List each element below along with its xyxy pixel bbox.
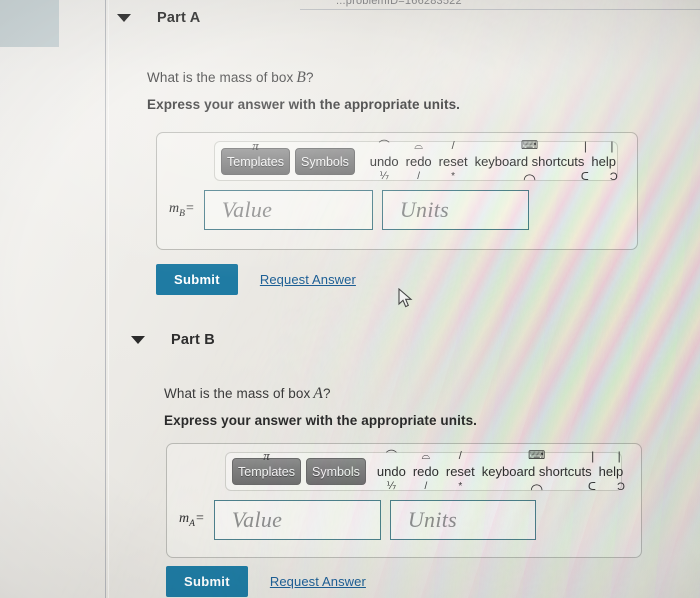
caret-down-icon[interactable] (117, 14, 131, 22)
value-placeholder-a: Value (221, 197, 273, 222)
url-strip-rule (300, 9, 700, 10)
templates-button-a[interactable]: π Templates (221, 138, 290, 175)
part-header-b[interactable]: Part B (131, 332, 215, 348)
answer-variable-a: m (169, 201, 180, 217)
reset-sub-icon-a: * (451, 170, 456, 182)
redo-arrow-icon-a: ⌓ (414, 139, 424, 152)
keyboard-icon-b: ⌨ (528, 448, 546, 462)
redo-sub-icon-a: / (417, 170, 421, 182)
symbols-button-a[interactable]: Symbols (294, 147, 355, 175)
keyboard-shortcuts-link-b[interactable]: ⌨ keyboard shortcuts ◠ (481, 449, 593, 497)
part-title-b: Part B (171, 332, 215, 348)
reset-icon-b: / (458, 450, 462, 462)
help-top-icon-b: | | (591, 449, 631, 463)
question-body-b: What is the mass of box (164, 386, 311, 401)
answer-variable-label-b: mA= (179, 511, 204, 529)
reset-icon-a: / (451, 139, 455, 152)
instruction-a: Express your answer with the appropriate… (147, 97, 461, 112)
answer-equals-a: = (185, 201, 194, 217)
templates-button-b[interactable]: π Templates (232, 448, 301, 485)
part-header-a[interactable]: Part A (117, 10, 200, 26)
redo-arrow-icon-b: ⌓ (421, 450, 431, 462)
units-input-b[interactable]: Units (389, 500, 536, 540)
math-toolbar-a: π Templates Symbols ⌒ undo ⅐ ⌓ redo / / … (214, 138, 618, 187)
content-divider-line (105, 0, 106, 598)
url-text: ...problemID=166283522 (336, 0, 462, 7)
help-sub-icon-b: ᑕ Ɔ (587, 481, 634, 493)
submit-row-b: Submit Request Answer (166, 566, 366, 597)
redo-link-b[interactable]: ⌓ redo / (412, 451, 440, 493)
request-answer-link-a[interactable]: Request Answer (260, 272, 356, 287)
keyboard-icon-a: ⌨ (520, 137, 539, 152)
help-link-a[interactable]: | | help ᑕ Ɔ (581, 140, 618, 183)
help-label-a: help (591, 153, 616, 169)
keyboard-shortcuts-link-a[interactable]: ⌨ keyboard shortcuts ◠ (474, 139, 586, 187)
answer-variable-label-a: mB= (169, 201, 194, 219)
instruction-b: Express your answer with the appropriate… (164, 413, 478, 428)
request-answer-link-b[interactable]: Request Answer (270, 574, 366, 589)
keyboard-sub-icon-a: ◠ (522, 170, 537, 188)
undo-link-b[interactable]: ⌒ undo ⅐ (376, 451, 407, 493)
question-suffix-b: ? (322, 386, 331, 401)
caret-down-icon[interactable] (131, 336, 145, 344)
help-link-b[interactable]: | | help ᑕ Ɔ (588, 450, 625, 493)
help-sub-icon-a: ᑕ Ɔ (580, 170, 627, 183)
question-variable-b: A (313, 385, 323, 402)
reset-link-a[interactable]: / reset * (438, 140, 469, 182)
submit-button-a[interactable]: Submit (156, 264, 238, 295)
question-suffix-a: ? (305, 70, 314, 85)
answer-box-a: π Templates Symbols ⌒ undo ⅐ ⌓ redo / / … (156, 132, 638, 250)
answer-input-row-b: mA= Value Units (179, 500, 536, 540)
symbols-button-b[interactable]: Symbols (305, 458, 366, 485)
templates-button-label-a: Templates (227, 154, 284, 169)
units-placeholder-b: Units (407, 507, 458, 532)
answer-equals-b: = (195, 511, 204, 527)
answer-box-b: π Templates Symbols ⌒ undo ⅐ ⌓ redo / / … (166, 443, 642, 558)
part-title-a: Part A (157, 10, 201, 26)
help-top-icon-a: | | (583, 138, 624, 153)
reset-label-b: reset (445, 464, 475, 479)
math-toolbar-b: π Templates Symbols ⌒ undo ⅐ ⌓ redo / / … (225, 448, 625, 497)
question-body-a: What is the mass of box (147, 70, 294, 85)
question-variable-a: B (296, 69, 306, 86)
undo-sub-icon-b: ⅐ (386, 481, 397, 492)
browser-url-strip: ...problemID=166283522 (0, 0, 700, 11)
templates-button-label-b: Templates (238, 465, 295, 479)
undo-arrow-icon-b: ⌒ (385, 450, 397, 462)
pi-icon-b: π (263, 448, 270, 463)
assignment-content: Part A What is the mass of box B? Express… (109, 0, 700, 598)
question-text-a: What is the mass of box B? (147, 69, 314, 87)
reset-sub-icon-b: * (458, 481, 463, 492)
redo-label-a: redo (405, 153, 432, 169)
units-input-a[interactable]: Units (381, 190, 529, 230)
undo-link-a[interactable]: ⌒ undo ⅐ (369, 140, 400, 182)
reset-label-a: reset (438, 153, 468, 169)
pi-icon-a: π (252, 137, 259, 153)
help-label-b: help (598, 464, 624, 479)
submit-button-b[interactable]: Submit (166, 566, 248, 597)
answer-variable-b: m (179, 511, 190, 527)
answer-input-row-a: mB= Value Units (169, 190, 529, 230)
undo-sub-icon-a: ⅐ (379, 170, 390, 182)
question-text-b: What is the mass of box A? (164, 385, 331, 403)
undo-arrow-icon-a: ⌒ (378, 139, 390, 152)
submit-row-a: Submit Request Answer (156, 264, 356, 295)
undo-label-b: undo (376, 464, 406, 479)
keyboard-shortcuts-label-b: keyboard shortcuts (481, 464, 592, 479)
undo-label-a: undo (369, 153, 399, 169)
symbols-button-label-a: Symbols (300, 154, 349, 169)
value-input-a[interactable]: Value (203, 190, 373, 230)
redo-label-b: redo (412, 464, 439, 479)
redo-link-a[interactable]: ⌓ redo / (405, 140, 433, 182)
symbols-button-label-b: Symbols (311, 465, 360, 479)
redo-sub-icon-b: / (424, 481, 428, 492)
reset-link-b[interactable]: / reset * (445, 451, 476, 493)
value-input-b[interactable]: Value (213, 500, 381, 540)
keyboard-sub-icon-b: ◠ (530, 481, 544, 498)
value-placeholder-b: Value (231, 507, 283, 532)
keyboard-shortcuts-label-a: keyboard shortcuts (474, 153, 585, 169)
units-placeholder-a: Units (399, 197, 450, 222)
